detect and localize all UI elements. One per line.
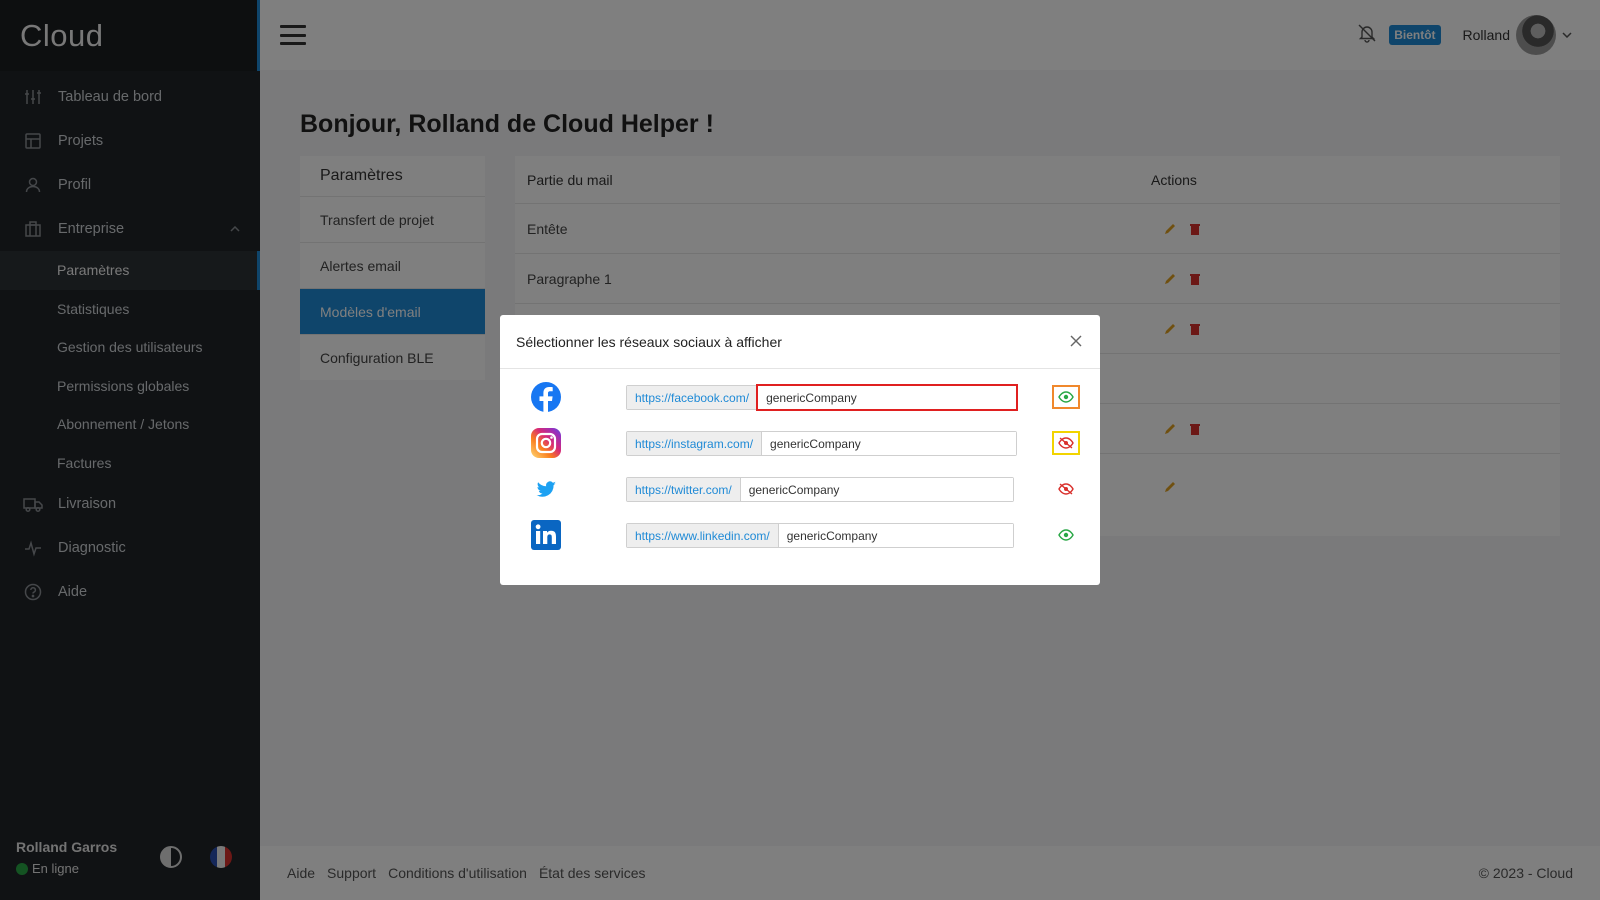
facebook-icon bbox=[530, 381, 562, 413]
linkedin-url-group: https://www.linkedin.com/ bbox=[626, 523, 1014, 548]
linkedin-username-input[interactable] bbox=[778, 524, 1013, 547]
twitter-input-wrap bbox=[740, 478, 1013, 501]
instagram-url-prefix: https://instagram.com/ bbox=[627, 432, 763, 455]
visibility-eye-icon[interactable] bbox=[1052, 385, 1080, 409]
facebook-username-input[interactable] bbox=[758, 386, 1017, 409]
close-icon[interactable] bbox=[1066, 331, 1086, 351]
facebook-url-prefix: https://facebook.com/ bbox=[627, 386, 759, 409]
visibility-eye-off-icon[interactable] bbox=[1052, 477, 1080, 501]
instagram-icon bbox=[530, 427, 562, 459]
social-row-twitter: https://twitter.com/ bbox=[500, 469, 1100, 509]
linkedin-url-prefix: https://www.linkedin.com/ bbox=[627, 524, 779, 547]
modal-header: Sélectionner les réseaux sociaux à affic… bbox=[500, 315, 1100, 369]
visibility-eye-icon[interactable] bbox=[1052, 523, 1080, 547]
instagram-url-group: https://instagram.com/ bbox=[626, 431, 1018, 456]
twitter-username-input[interactable] bbox=[740, 478, 1013, 501]
instagram-username-input[interactable] bbox=[762, 432, 1017, 455]
social-row-instagram: https://instagram.com/ bbox=[500, 423, 1100, 463]
twitter-icon bbox=[530, 473, 562, 505]
twitter-url-group: https://twitter.com/ bbox=[626, 477, 1014, 502]
modal-title: Sélectionner les réseaux sociaux à affic… bbox=[516, 333, 782, 350]
visibility-eye-off-icon[interactable] bbox=[1052, 431, 1080, 455]
linkedin-icon bbox=[530, 519, 562, 551]
facebook-input-highlight bbox=[756, 384, 1019, 411]
twitter-url-prefix: https://twitter.com/ bbox=[627, 478, 741, 501]
social-networks-modal: Sélectionner les réseaux sociaux à affic… bbox=[500, 315, 1100, 585]
social-row-facebook: https://facebook.com/ bbox=[500, 377, 1100, 417]
social-row-linkedin: https://www.linkedin.com/ bbox=[500, 515, 1100, 555]
facebook-url-group: https://facebook.com/ bbox=[626, 384, 1019, 411]
linkedin-input-wrap bbox=[778, 524, 1013, 547]
instagram-input-wrap bbox=[762, 432, 1017, 455]
